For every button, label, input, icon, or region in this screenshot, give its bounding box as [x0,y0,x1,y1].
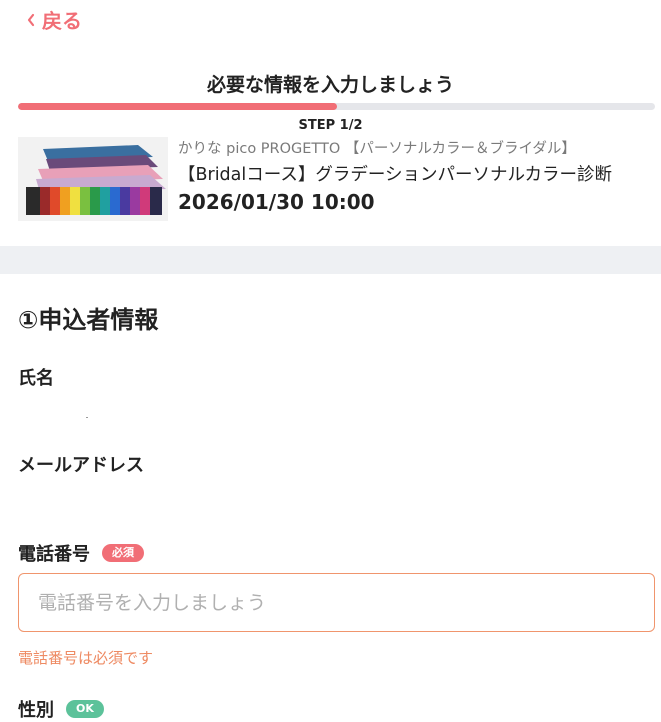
phone-label: 電話番号 必須 [18,540,144,566]
step-indicator: STEP 1/2 [298,118,363,133]
course-thumbnail [18,137,168,221]
name-value [86,417,88,418]
required-badge: 必須 [102,544,144,562]
back-label: 戻る [42,9,82,33]
email-label-text: メールアドレス [18,455,144,476]
shop-name: かりな pico PROGETTO 【パーソナルカラー＆ブライダル】 [178,141,576,157]
phone-error-message: 電話番号は必須です [18,649,154,667]
applicant-section-title: ①申込者情報 [18,306,159,334]
gender-label-text: 性別 [18,700,54,721]
booking-datetime: 2026/01/30 10:00 [178,190,375,214]
phone-input[interactable] [18,573,655,632]
chevron-left-icon [27,13,35,26]
progress-bar [18,103,655,110]
name-label: 氏名 [18,364,54,390]
name-label-text: 氏名 [18,368,54,389]
back-button[interactable]: 戻る [26,5,82,34]
ok-badge: OK [66,700,104,718]
section-divider [0,246,661,274]
page-title: 必要な情報を入力しましょう [206,74,454,96]
email-label: メールアドレス [18,451,144,477]
gender-label: 性別 OK [18,696,104,722]
progress-fill [18,103,337,110]
course-name: 【Bridalコース】グラデーションパーソナルカラー診断 [178,165,613,185]
phone-label-text: 電話番号 [18,544,90,565]
